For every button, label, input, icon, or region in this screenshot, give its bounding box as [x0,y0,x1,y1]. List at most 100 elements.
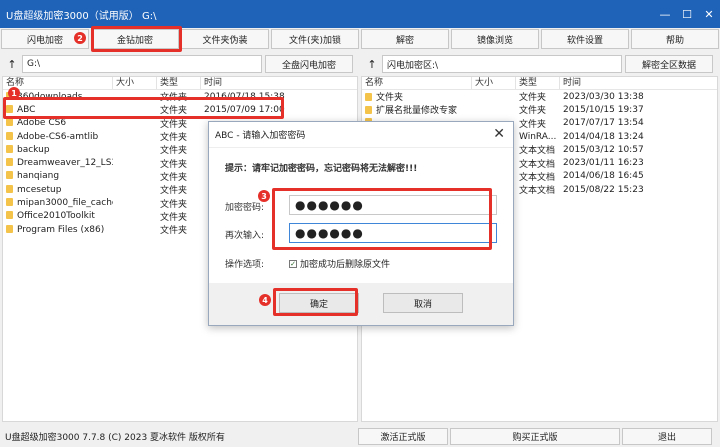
delete-original-label: 加密成功后删除原文件 [300,260,391,270]
window-title: U盘超级加密3000（试用版） G:\ [6,10,157,22]
decrypt-button[interactable]: 解密 [361,29,449,49]
file-type-cell: 文件夹 [160,159,188,170]
dialog-footer: 确定 取消 [209,283,513,325]
folder-icon [6,144,13,153]
dialog-title: ABC - 请输入加密密码 [215,131,306,141]
file-type-cell: 文本文档 [519,146,556,157]
file-type-cell: 文件夹 [160,186,188,197]
decrypt-all-data-button[interactable]: 解密全区数据 [625,55,713,73]
highlight-password-fields [272,188,492,250]
file-type-cell: 文件夹 [160,212,188,223]
file-row[interactable]: 文件夹 文件夹 2023/03/30 13:38 [362,90,717,103]
highlight-abc-row [3,97,284,119]
folder-icon [365,93,372,102]
dialog-close-icon[interactable]: ✕ [493,126,505,142]
file-type-cell: 文件夹 [160,133,188,144]
step-badge-3: 3 [258,190,270,202]
delete-original-option[interactable]: ✓ 加密成功后删除原文件 [289,257,390,270]
right-column-header: 名称 大小 类型 时间 [362,77,717,90]
file-time-cell: 2017/07/17 13:54 [563,118,644,129]
file-name-cell: hanqiang [3,171,113,181]
col-size[interactable]: 大小 [113,77,157,89]
file-type-cell: 文件夹 [160,226,188,237]
minimize-button[interactable]: — [654,0,676,28]
file-lock-button[interactable]: 文件(夹)加锁 [271,29,359,49]
folder-icon [6,198,13,207]
col-type[interactable]: 类型 [516,77,560,89]
file-time-cell: 2023/01/11 16:23 [563,158,644,169]
col-time[interactable]: 时间 [560,77,717,89]
right-path-row: ↑ 闪电加密区:\ 解密全区数据 [362,54,718,74]
folder-icon [6,118,13,127]
file-time-cell: 2015/10/15 19:37 [563,104,644,115]
full-disk-flash-encrypt-button[interactable]: 全盘闪电加密 [265,55,353,73]
copyright-text: U盘超级加密3000 7.7.8 (C) 2023 夏冰软件 版权所有 [5,432,225,443]
folder-icon [6,131,13,140]
col-size[interactable]: 大小 [472,77,516,89]
step-badge-1: 1 [8,87,20,99]
left-column-header: 名称 大小 类型 时间 [3,77,357,90]
status-bar: U盘超级加密3000 7.7.8 (C) 2023 夏冰软件 版权所有 激活正式… [0,425,720,447]
col-name[interactable]: 名称 [3,77,113,89]
confirm-password-label: 再次输入: [225,231,265,241]
exit-button[interactable]: 退出 [622,427,712,445]
file-name-cell: Program Files (x86) [3,224,113,235]
file-type-cell: 文本文档 [519,172,556,183]
password-hint: 提示：请牢记加密密码，忘记密码将无法解密!!! [225,164,418,174]
file-name-cell: mcesetup [3,184,113,195]
folder-icon [6,184,13,193]
highlight-ok-button [273,288,358,316]
folder-icon [6,224,13,233]
step-badge-4: 4 [259,294,271,306]
image-browse-button[interactable]: 镜像浏览 [451,29,539,49]
highlight-diamond-encrypt [91,26,182,52]
folder-icon [6,158,13,167]
file-name-cell: Adobe-CS6-amtlib [3,131,113,142]
folder-disguise-button[interactable]: 文件夹伪装 [181,29,269,49]
file-type-cell: 文件夹 [160,146,188,157]
file-type-cell: 文件夹 [519,106,547,117]
file-type-cell: 文件夹 [160,172,188,183]
step-badge-2: 2 [74,32,86,44]
file-row[interactable]: 扩展名批量修改专家 文件夹 2015/10/15 19:37 [362,103,717,116]
file-type-cell: WinRA... [519,131,557,142]
file-type-cell: 文件夹 [519,119,547,130]
left-up-arrow-icon[interactable]: ↑ [2,55,22,73]
file-time-cell: 2014/06/18 16:45 [563,171,644,182]
left-path-row: ↑ G:\ 全盘闪电加密 [2,54,358,74]
settings-button[interactable]: 软件设置 [541,29,629,49]
file-type-cell: 文件夹 [519,93,547,104]
cancel-button[interactable]: 取消 [383,293,463,313]
file-time-cell: 2023/03/30 13:38 [563,91,644,102]
file-name-cell: Dreamweaver_12_LS3 [3,158,113,168]
folder-icon [6,171,13,180]
help-button[interactable]: 帮助 [631,29,719,49]
right-up-arrow-icon[interactable]: ↑ [362,55,382,73]
file-name-cell: Adobe CS6 [3,118,113,128]
file-time-cell: 2015/08/22 15:23 [563,184,644,195]
file-name-cell: 扩展名批量修改专家 [362,103,472,116]
dialog-title-bar: ABC - 请输入加密密码 ✕ [209,122,513,148]
activate-button[interactable]: 激活正式版 [358,427,448,445]
folder-icon [6,211,13,220]
right-path-input[interactable]: 闪电加密区:\ [382,55,622,73]
title-bar: U盘超级加密3000（试用版） G:\ — ☐ ✕ [0,0,720,28]
col-time[interactable]: 时间 [201,77,357,89]
col-type[interactable]: 类型 [157,77,201,89]
file-time-cell: 2015/03/12 10:57 [563,144,644,155]
buy-button[interactable]: 购买正式版 [450,427,620,445]
left-path-input[interactable]: G:\ [22,55,262,73]
folder-icon [365,106,372,115]
option-label: 操作选项: [225,260,265,270]
file-name-cell: 文件夹 [362,90,472,103]
file-name-cell: Office2010Toolkit [3,211,113,221]
col-name[interactable]: 名称 [362,77,472,89]
password-label: 加密密码: [225,203,265,213]
file-type-cell: 文件夹 [160,199,188,210]
file-time-cell: 2014/04/18 13:24 [563,131,644,142]
maximize-button[interactable]: ☐ [676,0,698,28]
checkbox-checked-icon[interactable]: ✓ [289,259,297,268]
file-type-cell: 文本文档 [519,159,556,170]
file-name-cell: backup [3,144,113,155]
close-button[interactable]: ✕ [698,0,720,28]
